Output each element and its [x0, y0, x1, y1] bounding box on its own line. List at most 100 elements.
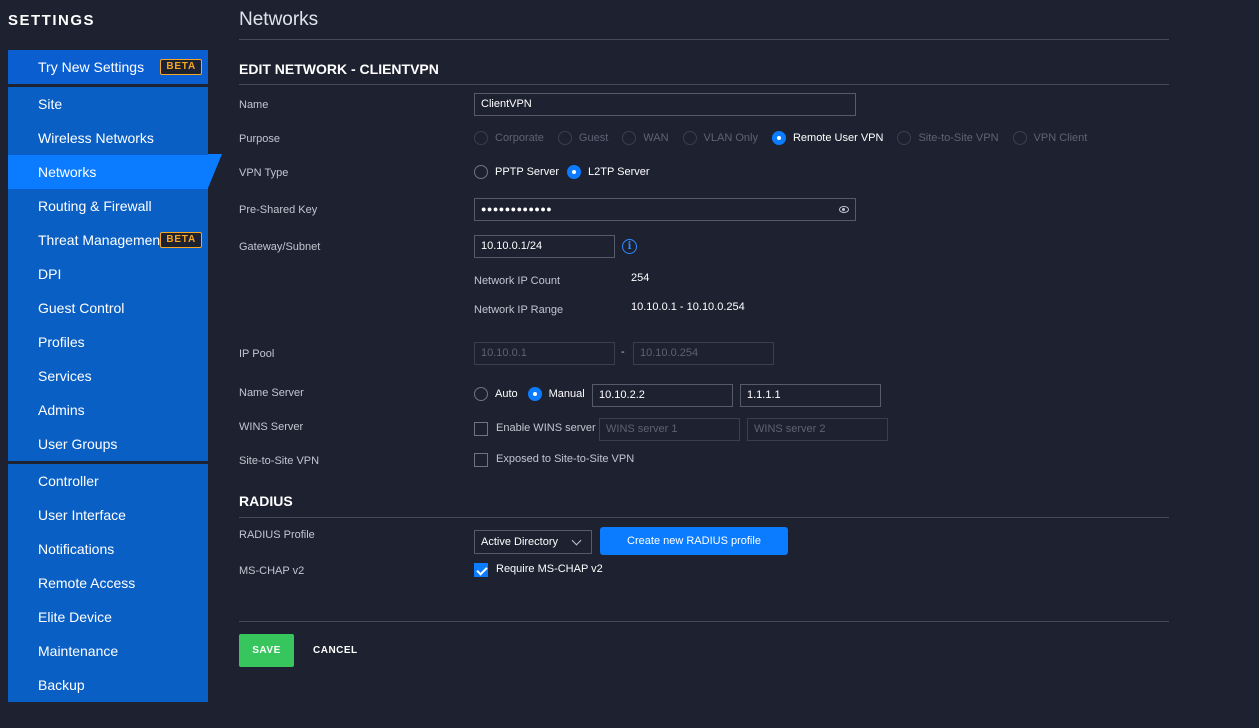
wins-server-1-input[interactable]: WINS server 1: [599, 418, 740, 441]
beta-badge: BETA: [160, 59, 202, 75]
s2s-checkbox-label: Exposed to Site-to-Site VPN: [496, 453, 635, 465]
name-server-radio-group: Auto Manual: [474, 387, 599, 401]
purpose-label: Purpose: [239, 133, 280, 145]
ip-pool-separator: -: [621, 346, 625, 358]
purpose-remote-user-vpn-radio[interactable]: Remote User VPN: [771, 131, 883, 145]
sidebar-item-try-new-settings[interactable]: Try New Settings BETA: [8, 50, 208, 84]
purpose-vlan-only-radio[interactable]: VLAN Only: [682, 131, 758, 145]
divider: [239, 84, 1169, 85]
gateway-input[interactable]: 10.10.0.1/24: [474, 235, 615, 258]
save-button[interactable]: SAVE: [239, 634, 294, 667]
eye-icon[interactable]: [839, 206, 849, 213]
sidebar-item-site[interactable]: Site: [8, 87, 208, 121]
sidebar-item-label: Profiles: [38, 334, 85, 350]
chevron-down-icon: [571, 535, 582, 546]
info-icon[interactable]: i: [622, 239, 637, 254]
name-server-1-input[interactable]: 10.10.2.2: [592, 384, 733, 407]
divider: [239, 621, 1169, 622]
purpose-corporate-radio[interactable]: Corporate: [474, 131, 544, 145]
sidebar-item-admins[interactable]: Admins: [8, 393, 208, 427]
purpose-vpn-client-radio[interactable]: VPN Client: [1012, 131, 1087, 145]
sidebar-item-routing-firewall[interactable]: Routing & Firewall: [8, 189, 208, 223]
psk-label: Pre-Shared Key: [239, 204, 318, 216]
name-server-label: Name Server: [239, 387, 304, 399]
sidebar-item-remote-access[interactable]: Remote Access: [8, 566, 208, 600]
sidebar-item-label: Threat Management: [38, 232, 165, 248]
sidebar: Try New Settings BETA Site Wireless Netw…: [8, 50, 208, 702]
sidebar-item-controller[interactable]: Controller: [8, 464, 208, 498]
ip-range-label: Network IP Range: [474, 304, 564, 316]
page-title: Networks: [239, 9, 319, 30]
create-radius-profile-button[interactable]: Create new RADIUS profile: [600, 527, 788, 555]
name-server-manual-radio[interactable]: Manual: [527, 387, 585, 401]
name-server-auto-radio[interactable]: Auto: [474, 387, 518, 401]
sidebar-item-notifications[interactable]: Notifications: [8, 532, 208, 566]
wins-checkbox-label: Enable WINS server: [496, 422, 596, 434]
sidebar-item-label: Backup: [38, 677, 85, 693]
wins-label: WINS Server: [239, 421, 304, 433]
vpn-type-label: VPN Type: [239, 167, 289, 179]
mschap-checkbox[interactable]: [474, 563, 488, 577]
sidebar-item-label: Controller: [38, 473, 99, 489]
s2s-checkbox[interactable]: [474, 453, 488, 467]
mschap-label: MS-CHAP v2: [239, 565, 305, 577]
purpose-radio-group: Corporate Guest WAN VLAN Only Remote Use…: [474, 131, 1101, 145]
cancel-button[interactable]: CANCEL: [313, 645, 358, 656]
sidebar-item-label: Guest Control: [38, 300, 125, 316]
sidebar-item-backup[interactable]: Backup: [8, 668, 208, 702]
radius-section-title: RADIUS: [239, 493, 293, 509]
vpn-type-pptp-radio[interactable]: PPTP Server: [474, 165, 559, 179]
radius-profile-select[interactable]: Active Directory: [474, 530, 592, 554]
section-title: EDIT NETWORK - CLIENTVPN: [239, 61, 439, 77]
sidebar-item-elite-device[interactable]: Elite Device: [8, 600, 208, 634]
sidebar-item-label: Try New Settings: [38, 59, 145, 75]
radius-profile-value: Active Directory: [481, 536, 559, 548]
name-input[interactable]: ClientVPN: [474, 93, 856, 116]
s2s-label: Site-to-Site VPN: [239, 455, 320, 467]
ip-range-value: 10.10.0.1 - 10.10.0.254: [631, 301, 745, 313]
nav-group-new-settings: Try New Settings BETA: [8, 50, 208, 84]
sidebar-item-dpi[interactable]: DPI: [8, 257, 208, 291]
sidebar-item-label: Admins: [38, 402, 85, 418]
sidebar-item-threat-management[interactable]: Threat Management BETA: [8, 223, 208, 257]
sidebar-item-services[interactable]: Services: [8, 359, 208, 393]
wins-server-2-input[interactable]: WINS server 2: [747, 418, 888, 441]
vpn-type-l2tp-radio[interactable]: L2TP Server: [567, 165, 650, 179]
sidebar-item-label: Services: [38, 368, 92, 384]
sidebar-item-label: Maintenance: [38, 643, 119, 659]
purpose-guest-radio[interactable]: Guest: [557, 131, 608, 145]
sidebar-item-label: Networks: [38, 164, 97, 180]
sidebar-item-label: Elite Device: [38, 609, 112, 625]
mschap-checkbox-label: Require MS-CHAP v2: [496, 563, 603, 575]
radius-profile-label: RADIUS Profile: [239, 529, 315, 541]
purpose-wan-radio[interactable]: WAN: [622, 131, 669, 145]
sidebar-item-label: User Groups: [38, 436, 118, 452]
sidebar-item-label: Remote Access: [38, 575, 136, 591]
purpose-site-to-site-vpn-radio[interactable]: Site-to-Site VPN: [897, 131, 999, 145]
name-label: Name: [239, 99, 269, 111]
sidebar-item-maintenance[interactable]: Maintenance: [8, 634, 208, 668]
ip-pool-label: IP Pool: [239, 348, 275, 360]
sidebar-item-wireless-networks[interactable]: Wireless Networks: [8, 121, 208, 155]
sidebar-item-networks[interactable]: Networks: [8, 155, 208, 189]
ip-count-value: 254: [631, 272, 650, 284]
divider: [239, 39, 1169, 40]
gateway-label: Gateway/Subnet: [239, 241, 321, 253]
name-server-2-input[interactable]: 1.1.1.1: [740, 384, 881, 407]
sidebar-item-guest-control[interactable]: Guest Control: [8, 291, 208, 325]
sidebar-item-label: Wireless Networks: [38, 130, 154, 146]
sidebar-item-label: DPI: [38, 266, 62, 282]
sidebar-item-label: Notifications: [38, 541, 115, 557]
wins-checkbox[interactable]: [474, 422, 488, 436]
psk-input[interactable]: ●●●●●●●●●●●●: [474, 198, 856, 221]
sidebar-item-label: Routing & Firewall: [38, 198, 152, 214]
ip-count-label: Network IP Count: [474, 275, 561, 287]
sidebar-item-label: Site: [38, 96, 63, 112]
nav-group-controller: Controller User Interface Notifications …: [8, 463, 208, 702]
sidebar-item-profiles[interactable]: Profiles: [8, 325, 208, 359]
sidebar-item-user-groups[interactable]: User Groups: [8, 427, 208, 461]
ip-pool-end-input[interactable]: 10.10.0.254: [633, 342, 774, 365]
sidebar-item-user-interface[interactable]: User Interface: [8, 498, 208, 532]
ip-pool-start-input[interactable]: 10.10.0.1: [474, 342, 615, 365]
sidebar-title: SETTINGS: [8, 12, 96, 29]
